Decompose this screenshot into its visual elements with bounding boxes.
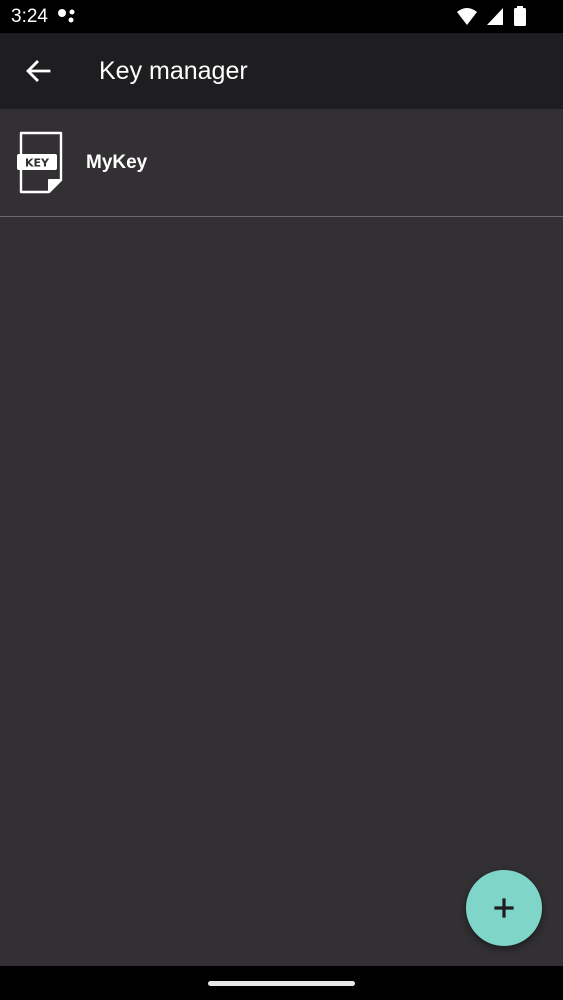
wifi-icon: [457, 8, 478, 25]
dual-dot-icon: [58, 9, 75, 23]
page-title: Key manager: [99, 57, 248, 85]
back-button[interactable]: [16, 49, 60, 93]
list-item[interactable]: KEY MyKey: [0, 109, 563, 217]
arrow-left-icon: [26, 60, 51, 82]
key-file-icon: KEY: [17, 131, 63, 194]
navigation-bar: [0, 966, 563, 1000]
key-badge-text: KEY: [25, 157, 50, 170]
status-time: 3:24: [11, 6, 48, 27]
signal-icon: [486, 8, 503, 25]
status-bar: 3:24: [0, 0, 563, 33]
key-manager-screen: 3:24 Key manager KEY MyKey: [0, 0, 563, 1000]
key-name-label: MyKey: [86, 152, 148, 173]
home-gesture-handle[interactable]: [208, 981, 355, 986]
plus-icon: [494, 898, 514, 918]
status-icons: [456, 5, 527, 27]
battery-icon: [514, 6, 526, 26]
add-key-button[interactable]: [466, 870, 542, 946]
key-list: KEY MyKey: [0, 109, 563, 217]
app-bar: Key manager: [0, 33, 563, 109]
